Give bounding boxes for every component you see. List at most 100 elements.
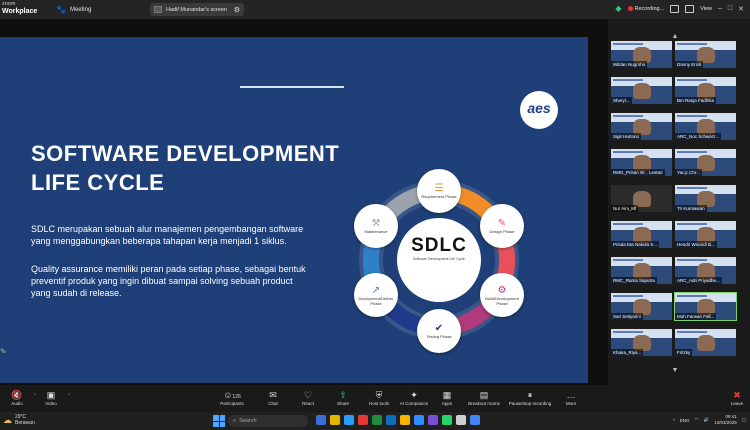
clock[interactable]: 09:41 13/03/2025 [714, 414, 737, 426]
chevron-up-icon[interactable]: ^ [68, 392, 70, 397]
participant-tile[interactable]: Bm Ranja Fadhika [675, 77, 736, 104]
shield-icon: ⛨ [375, 390, 383, 400]
app-icon[interactable] [386, 415, 396, 425]
recording-indicator[interactable]: Recording... [627, 6, 664, 12]
whatsapp-icon[interactable] [442, 415, 452, 425]
view-button[interactable]: View [700, 6, 712, 12]
participant-tile[interactable]: Danny Erick [675, 41, 736, 68]
slide-paragraph-2: Quality assurance memiliki peran pada se… [31, 264, 306, 298]
gear-icon: ⚙ [497, 284, 507, 296]
participant-tile[interactable]: Sheryl... [611, 77, 672, 104]
camera-icon: ▣ [46, 390, 56, 400]
maximize-icon[interactable]: □ [728, 5, 732, 12]
participant-name: RMC_Rama Saputra [611, 277, 657, 284]
windows-start-icon[interactable] [213, 415, 225, 427]
annotation-icon[interactable]: ✎ [0, 347, 10, 357]
ai-companion-button[interactable]: ✦ AI Companion [396, 390, 432, 406]
weather-widget[interactable]: ☁ 29°C Berawan [3, 414, 35, 426]
minimize-icon[interactable]: – [718, 5, 722, 12]
wrench-icon: ⚒ [371, 218, 381, 229]
share-button[interactable]: ⇧ Share [332, 390, 354, 406]
app-icon[interactable] [316, 415, 326, 425]
app-icon[interactable] [428, 415, 438, 425]
participant-tile[interactable]: RMC_Rama Saputra [611, 257, 672, 284]
language-indicator[interactable]: ENG [680, 418, 690, 423]
wifi-icon[interactable]: ◠ [695, 417, 699, 423]
participant-name: RMG_Prisan W... Lestari [611, 169, 665, 176]
participant-name: Danny Erick [675, 61, 704, 68]
video-button[interactable]: ▣ Video ^ [38, 390, 70, 406]
meeting-label: Meeting [69, 6, 92, 13]
chat-icon: ✉ [269, 390, 277, 400]
participant-tile[interactable]: Fritzky [675, 329, 736, 356]
participant-gallery: Wildan Nugroho Danny Erick Sheryl... Bm Ran… [611, 41, 738, 365]
participant-tile[interactable]: Muh Farwan Fall... [674, 292, 737, 321]
breakout-rooms-button[interactable]: ▤ Breakout rooms [464, 390, 504, 406]
participant-tile[interactable]: ARC_Noc Schwarz... [675, 113, 736, 140]
more-button[interactable]: … More [560, 390, 582, 406]
participant-name: ARC_Noc Schwarz... [675, 133, 722, 140]
share-settings-icon[interactable]: ⚙ [234, 6, 240, 14]
edge-icon[interactable] [344, 415, 354, 425]
participant-tile[interactable]: Sigit Hartono [611, 113, 672, 140]
chevron-up-icon[interactable]: ^ [34, 392, 36, 397]
audio-button[interactable]: 🔇 Audio ^ [4, 390, 36, 406]
participant-tile[interactable]: Hendri Winardi B... [675, 221, 736, 248]
participant-tile[interactable]: Yar.jc.Chr... [675, 149, 736, 176]
notification-icon[interactable]: ▢ [742, 417, 746, 423]
pause-recording-button[interactable]: ⏸ Pause/stop recording [506, 390, 554, 406]
participant-name: Prisda Eta Nakula S... [611, 241, 660, 248]
sdlc-center: SDLC Software Development Life Cycle [402, 235, 476, 261]
leave-button[interactable]: ✖ Leave [726, 390, 748, 406]
participant-tile[interactable]: Khaira_Riya... [611, 329, 672, 356]
participant-name: Hendri Winardi B... [675, 241, 717, 248]
volume-icon[interactable]: 🔊 [704, 417, 710, 423]
participant-tile[interactable]: Wildan Nugroho [611, 41, 672, 68]
participant-tile[interactable]: Tri Kurniawan [675, 185, 736, 212]
chrome-icon[interactable] [470, 415, 480, 425]
app-icon[interactable] [400, 415, 410, 425]
app-icon[interactable] [372, 415, 382, 425]
react-button[interactable]: ♡ React [296, 390, 320, 406]
host-tools-button[interactable]: ⛨ Host tools [364, 390, 394, 406]
participant-video [633, 83, 651, 99]
zoom-app-icon[interactable] [414, 415, 424, 425]
participant-tile[interactable]: Nur Aini_Ml [611, 185, 672, 212]
close-icon[interactable]: ✕ [738, 5, 744, 13]
participant-tile[interactable]: ARC_Adri Priyadhe... [675, 257, 736, 284]
clock-time: 09:41 [725, 414, 737, 419]
app-icon[interactable] [456, 415, 466, 425]
participant-tile[interactable]: Prisda Eta Nakula S... [611, 221, 672, 248]
participant-tile[interactable]: RMG_Prisan W... Lestari [611, 149, 672, 176]
chevron-up-icon[interactable]: ^ [673, 418, 675, 423]
weather-desc: Berawan [15, 419, 35, 426]
gallery-down-icon[interactable]: ▼ [670, 367, 680, 375]
taskbar-search[interactable]: ⌕ Search [228, 415, 308, 427]
share-indicator[interactable]: Hadif Munandar's screen ⚙ [150, 3, 244, 16]
clipboard-icon: ☰ [434, 183, 444, 194]
meeting-menu[interactable]: 🐾 Meeting [56, 5, 91, 14]
phase-design: ✎ Design Phase [480, 204, 524, 248]
meeting-icon: 🐾 [56, 5, 66, 14]
app-icon[interactable] [358, 415, 368, 425]
apps-button[interactable]: ▦ Apps [436, 390, 458, 406]
participant-name: Wildan Nugroho [611, 61, 648, 68]
folder-icon[interactable] [330, 415, 340, 425]
security-shield-icon[interactable]: ◆ [615, 4, 621, 13]
share-label: Hadif Munandar's screen [166, 6, 227, 13]
share-screen-icon: ⇧ [339, 390, 347, 400]
system-tray: ^ ENG ◠ 🔊 09:41 13/03/2025 ▢ [673, 414, 746, 426]
design-icon: ✎ [497, 218, 507, 229]
participants-button[interactable]: ☺126 Participants [214, 390, 250, 406]
stop-recording-icon[interactable] [685, 4, 695, 13]
microphone-muted-icon: 🔇 [11, 390, 23, 400]
top-right-controls: ◆ Recording... View – □ ✕ [615, 4, 744, 13]
shared-screen-area[interactable]: aes ········· SOFTWARE DEVELOPMENT LIFE … [0, 19, 608, 385]
chat-button[interactable]: ✉ Chat [262, 390, 284, 406]
clock-date: 13/03/2025 [714, 420, 737, 425]
search-placeholder: Search [239, 418, 257, 424]
pause-recording-icon[interactable] [670, 4, 680, 13]
participant-tile[interactable]: Sari Setiyarini [611, 293, 672, 320]
gallery-up-icon[interactable]: ▲ [670, 33, 680, 41]
phase-build: ⚙ Build/Development Phase [480, 273, 524, 317]
